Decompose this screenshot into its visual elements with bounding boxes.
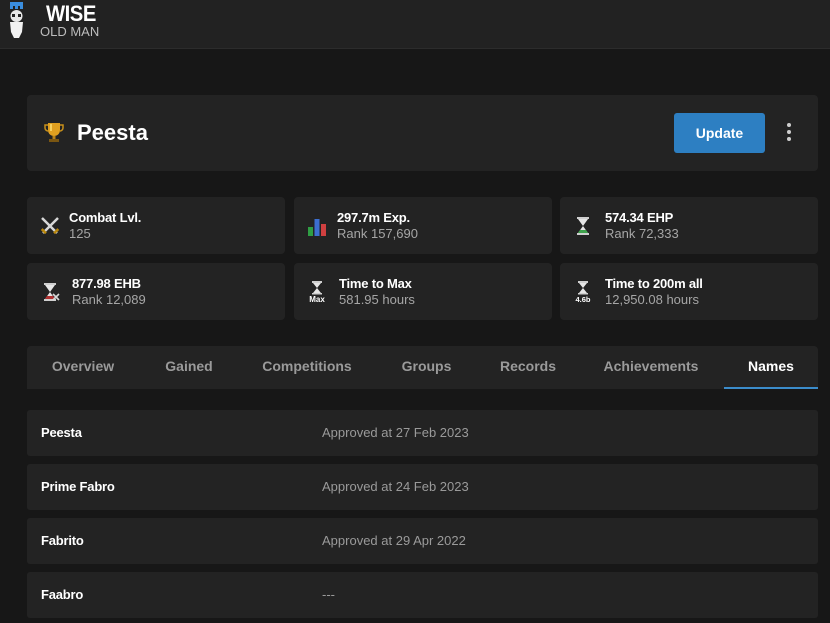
update-button[interactable]: Update — [674, 113, 765, 153]
stat-value: 125 — [69, 226, 91, 241]
combat-swords-icon — [39, 215, 61, 237]
stat-value: Rank 72,333 — [605, 226, 679, 241]
stat-title: 877.98 EHB — [72, 276, 141, 291]
tab-names[interactable]: Names — [724, 346, 818, 389]
stat-title: 574.34 EHP — [605, 210, 674, 225]
max-icon-label: Max — [309, 295, 325, 303]
stat-value: 12,950.08 hours — [605, 292, 699, 307]
stat-card-time-to-200m: 4.6b Time to 200m all 12,950.08 hours — [560, 263, 818, 320]
stat-value: Rank 157,690 — [337, 226, 418, 241]
name-change-name: Faabro — [41, 587, 84, 602]
name-change-name: Fabrito — [41, 533, 84, 548]
profile-tabs: Overview Gained Competitions Groups Reco… — [27, 346, 818, 389]
list-item: Peesta Approved at 27 Feb 2023 — [27, 410, 818, 456]
tab-competitions[interactable]: Competitions — [239, 346, 375, 389]
ehp-hourglass-icon — [572, 215, 594, 237]
stat-card-ehp: 574.34 EHP Rank 72,333 — [560, 197, 818, 254]
list-item: Fabrito Approved at 29 Apr 2022 — [27, 518, 818, 564]
stat-card-combat-level: Combat Lvl. 125 — [27, 197, 285, 254]
player-header: Peesta Update — [27, 95, 818, 171]
stat-title: Combat Lvl. — [69, 210, 142, 225]
player-name: Peesta — [77, 120, 148, 145]
stat-value: Rank 12,089 — [72, 292, 146, 307]
brand-subtitle[interactable]: OLD MAN — [40, 24, 99, 39]
name-change-status: --- — [322, 587, 335, 602]
experience-bars-icon — [306, 215, 328, 237]
200m-icon-label: 4.6b — [575, 295, 590, 303]
ehb-hourglass-icon — [39, 281, 61, 303]
stat-title: 297.7m Exp. — [337, 210, 410, 225]
name-change-status: Approved at 29 Apr 2022 — [322, 533, 466, 548]
more-options-icon[interactable] — [784, 120, 794, 146]
list-item: Faabro --- — [27, 572, 818, 618]
tab-records[interactable]: Records — [478, 346, 578, 389]
tab-achievements[interactable]: Achievements — [578, 346, 724, 389]
stat-title: Time to Max — [339, 276, 412, 291]
stat-card-time-to-max: Max Time to Max 581.95 hours — [294, 263, 552, 320]
trophy-icon — [43, 121, 65, 143]
wise-old-man-logo-icon[interactable] — [8, 2, 26, 40]
stat-card-experience: 297.7m Exp. Rank 157,690 — [294, 197, 552, 254]
name-change-status: Approved at 27 Feb 2023 — [322, 425, 469, 440]
name-change-name: Prime Fabro — [41, 479, 115, 494]
list-item: Prime Fabro Approved at 24 Feb 2023 — [27, 464, 818, 510]
tab-overview[interactable]: Overview — [27, 346, 139, 389]
max-hourglass-icon: Max — [306, 281, 328, 304]
name-change-name: Peesta — [41, 425, 82, 440]
top-bar: WISE OLD MAN — [0, 0, 830, 49]
tab-gained[interactable]: Gained — [139, 346, 239, 389]
200m-hourglass-icon: 4.6b — [572, 281, 594, 304]
tab-groups[interactable]: Groups — [375, 346, 478, 389]
stat-card-ehb: 877.98 EHB Rank 12,089 — [27, 263, 285, 320]
stat-title: Time to 200m all — [605, 276, 703, 291]
name-change-status: Approved at 24 Feb 2023 — [322, 479, 469, 494]
stat-value: 581.95 hours — [339, 292, 415, 307]
